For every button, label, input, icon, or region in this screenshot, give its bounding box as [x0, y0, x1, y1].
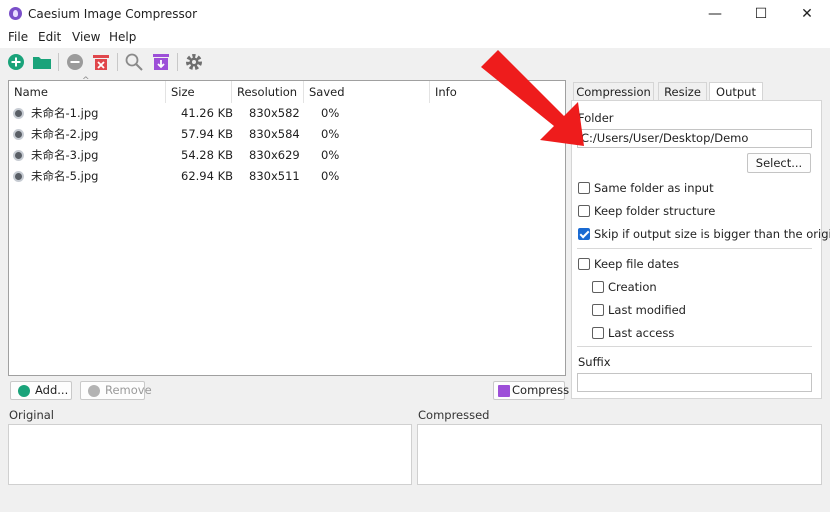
same-folder-checkbox[interactable]: Same folder as input — [578, 181, 714, 197]
original-preview — [8, 424, 412, 485]
tab-output[interactable]: Output — [709, 82, 763, 102]
creation-checkbox[interactable]: Creation — [592, 280, 657, 296]
file-size: 54.28 KB — [181, 148, 234, 162]
compress-icon — [498, 385, 510, 397]
menu-edit[interactable]: Edit — [38, 30, 61, 44]
column-header-size[interactable]: Size — [166, 81, 232, 103]
table-row[interactable]: 未命名-1.jpg 41.26 KB 830x582 0% — [9, 103, 565, 124]
toolbar-separator — [58, 53, 59, 71]
menu-help[interactable]: Help — [109, 30, 136, 44]
original-label: Original — [9, 408, 55, 422]
toolbar — [0, 48, 830, 76]
table-row[interactable]: 未命名-3.jpg 54.28 KB 830x629 0% — [9, 145, 565, 166]
file-saved: 0% — [321, 169, 340, 183]
checkbox-box — [578, 182, 590, 194]
file-resolution: 830x629 — [249, 148, 300, 162]
skip-bigger-checkbox[interactable]: Skip if output size is bigger than the o… — [578, 227, 830, 243]
file-saved: 0% — [321, 106, 340, 120]
tab-resize[interactable]: Resize — [658, 82, 707, 101]
close-button[interactable]: ✕ — [784, 0, 830, 28]
add-button[interactable]: Add... — [10, 381, 72, 400]
column-header-saved[interactable]: Saved — [304, 81, 430, 103]
file-status-icon — [13, 129, 24, 140]
file-list[interactable]: ^ Name Size Resolution Saved Info 未命名-1.… — [8, 76, 566, 376]
column-header-name[interactable]: Name — [9, 81, 166, 103]
compress-icon[interactable] — [151, 52, 171, 72]
folder-label: Folder — [578, 111, 614, 125]
compress-button-label: Compress — [512, 383, 570, 397]
add-button-label: Add... — [35, 383, 69, 397]
table-row[interactable]: 未命名-5.jpg 62.94 KB 830x511 0% — [9, 166, 565, 187]
title-bar: Caesium Image Compressor — ☐ ✕ — [0, 0, 830, 28]
file-resolution: 830x584 — [249, 127, 300, 141]
checkbox-box — [592, 304, 604, 316]
file-status-icon — [13, 171, 24, 182]
open-folder-icon[interactable] — [32, 52, 52, 72]
suffix-label: Suffix — [578, 355, 611, 369]
checkbox-box — [592, 281, 604, 293]
menu-bar: File Edit View Help — [0, 28, 830, 48]
file-name: 未命名-3.jpg — [31, 148, 99, 162]
skip-bigger-label: Skip if output size is bigger than the o… — [594, 227, 830, 241]
select-folder-button[interactable]: Select... — [747, 153, 811, 173]
settings-icon[interactable] — [184, 52, 204, 72]
toolbar-separator — [117, 53, 118, 71]
file-name: 未命名-1.jpg — [31, 106, 99, 120]
add-icon — [18, 385, 30, 397]
remove-button-label: Remove — [105, 383, 152, 397]
same-folder-label: Same folder as input — [594, 181, 714, 195]
file-resolution: 830x511 — [249, 169, 300, 183]
compress-button[interactable]: Compress — [493, 381, 569, 400]
checkbox-checked-icon — [578, 228, 590, 240]
table-row[interactable]: 未命名-2.jpg 57.94 KB 830x584 0% — [9, 124, 565, 145]
last-access-label: Last access — [608, 326, 675, 340]
file-resolution: 830x582 — [249, 106, 300, 120]
toolbar-separator — [177, 53, 178, 71]
minimize-button[interactable]: — — [692, 0, 738, 28]
remove-icon — [88, 385, 100, 397]
tab-compression[interactable]: Compression — [573, 82, 654, 101]
checkbox-box — [578, 205, 590, 217]
file-name: 未命名-5.jpg — [31, 169, 99, 183]
last-access-checkbox[interactable]: Last access — [592, 326, 674, 342]
checkbox-box — [592, 327, 604, 339]
keep-dates-label: Keep file dates — [594, 257, 680, 271]
column-header-info[interactable]: Info — [430, 81, 565, 103]
file-size: 57.94 KB — [181, 127, 234, 141]
file-saved: 0% — [321, 127, 340, 141]
app-logo-icon — [9, 7, 22, 20]
menu-file[interactable]: File — [8, 30, 28, 44]
compressed-preview — [417, 424, 822, 485]
file-status-icon — [13, 108, 24, 119]
divider — [577, 346, 812, 347]
file-status-icon — [13, 150, 24, 161]
menu-view[interactable]: View — [72, 30, 100, 44]
suffix-input[interactable] — [577, 373, 812, 392]
folder-input[interactable]: C:/Users/User/Desktop/Demo — [577, 129, 812, 148]
checkbox-box — [578, 258, 590, 270]
file-size: 62.94 KB — [181, 169, 234, 183]
file-name: 未命名-2.jpg — [31, 127, 99, 141]
keep-dates-checkbox[interactable]: Keep file dates — [578, 257, 679, 273]
remove-button[interactable]: Remove — [80, 381, 152, 400]
last-modified-checkbox[interactable]: Last modified — [592, 303, 686, 319]
file-saved: 0% — [321, 148, 340, 162]
compressed-label: Compressed — [418, 408, 490, 422]
remove-icon[interactable] — [65, 52, 85, 72]
last-modified-label: Last modified — [608, 303, 686, 317]
add-icon[interactable] — [6, 52, 26, 72]
divider — [577, 248, 812, 249]
window-title: Caesium Image Compressor — [28, 7, 198, 21]
creation-label: Creation — [608, 280, 657, 294]
keep-structure-checkbox[interactable]: Keep folder structure — [578, 204, 715, 220]
column-header-resolution[interactable]: Resolution — [232, 81, 304, 103]
keep-structure-label: Keep folder structure — [594, 204, 716, 218]
search-icon[interactable] — [124, 52, 144, 72]
maximize-button[interactable]: ☐ — [738, 0, 784, 28]
clear-list-icon[interactable] — [91, 52, 111, 72]
file-size: 41.26 KB — [181, 106, 234, 120]
